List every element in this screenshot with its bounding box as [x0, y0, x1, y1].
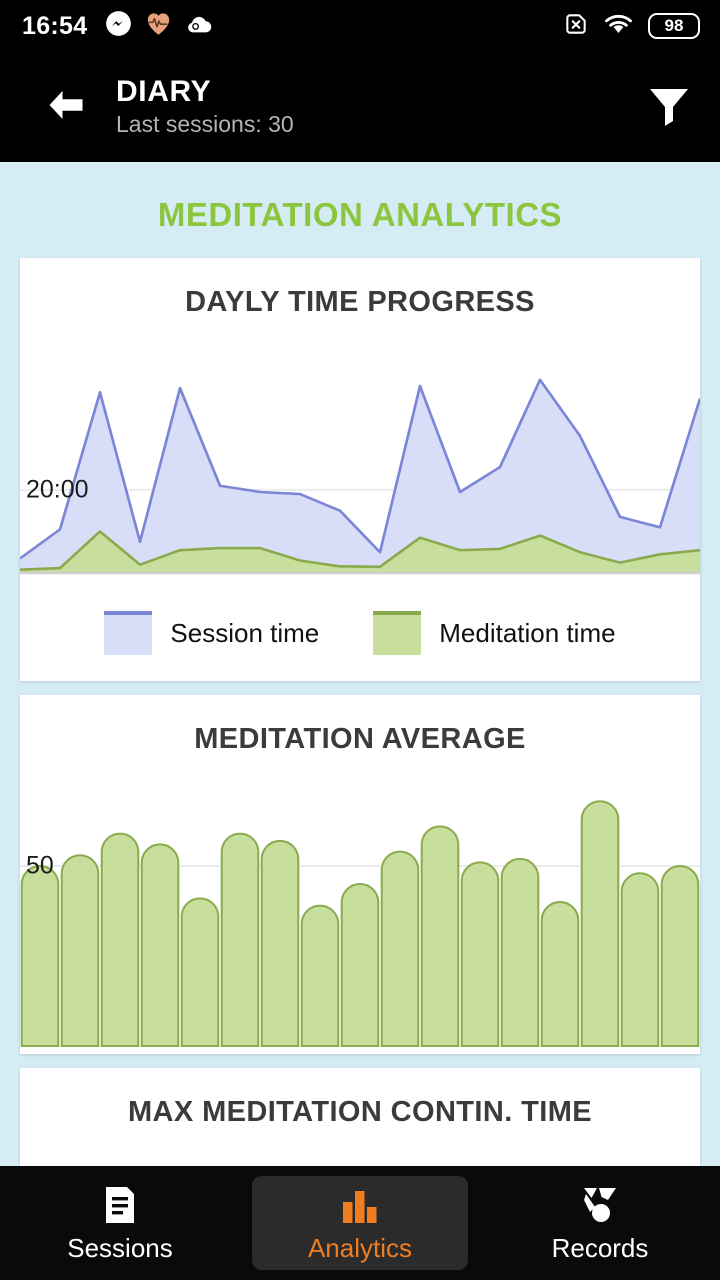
filter-button[interactable]: [640, 78, 698, 136]
wifi-icon: [603, 12, 634, 41]
app-root: 16:54 98 DIARY Last sessions: 30 MEDITAT…: [0, 0, 720, 1280]
legend-swatch-meditation-time: [373, 611, 422, 655]
no-sim-icon: [563, 11, 589, 42]
nav-label-records: Records: [551, 1233, 649, 1263]
legend-swatch-session-time: [104, 611, 153, 655]
legend-label-session-time: Session time: [170, 617, 320, 648]
app-bar-titles: DIARY Last sessions: 30: [116, 75, 294, 139]
heart-health-icon: [145, 11, 172, 41]
cloud-icon: [185, 12, 214, 40]
nav-label-analytics: Analytics: [307, 1233, 413, 1263]
status-bar: 16:54 98: [0, 0, 720, 52]
legend-item-meditation-time: Meditation time: [373, 611, 616, 655]
bar-chart-icon: [340, 1185, 380, 1225]
area-chart-canvas: [20, 378, 700, 575]
section-title: MEDITATION ANALYTICS: [157, 196, 563, 233]
nav-item-sessions[interactable]: Sessions: [12, 1176, 228, 1270]
bar-chart-y-axis-label: 50: [26, 851, 54, 880]
analytics-scroll-area[interactable]: MEDITATION ANALYTICS DAYLY TIME PROGRESS…: [0, 162, 720, 1166]
card-max-meditation-contin-time[interactable]: MAX MEDITATION CONTIN. TIME: [20, 1068, 700, 1166]
nav-label-sessions: Sessions: [67, 1233, 173, 1263]
status-clock: 16:54: [22, 11, 88, 40]
card-dayly-time-progress[interactable]: DAYLY TIME PROGRESS 20:00 Session time M…: [20, 258, 700, 681]
filter-funnel-icon: [645, 83, 693, 132]
nav-item-analytics[interactable]: Analytics: [252, 1176, 468, 1270]
bar-chart-canvas: [20, 800, 700, 1047]
legend-label-meditation-time: Meditation time: [439, 617, 616, 648]
battery-indicator: 98: [648, 13, 700, 39]
card-title-dayly-time-progress: DAYLY TIME PROGRESS: [185, 286, 535, 318]
card-title-max-meditation-contin-time: MAX MEDITATION CONTIN. TIME: [127, 1096, 593, 1128]
area-chart-y-axis-label: 20:00: [26, 475, 89, 504]
nav-item-records[interactable]: Records: [492, 1176, 708, 1270]
battery-level: 98: [664, 16, 684, 35]
status-right-icons: 98: [563, 11, 700, 42]
back-button[interactable]: [38, 79, 94, 135]
medal-award-icon: [580, 1185, 620, 1225]
legend-item-session-time: Session time: [104, 611, 319, 655]
area-chart[interactable]: 20:00: [20, 329, 700, 591]
back-arrow-icon: [44, 86, 88, 129]
area-chart-legend: Session time Meditation time: [20, 591, 700, 681]
document-list-icon: [102, 1185, 138, 1225]
app-bar: DIARY Last sessions: 30: [0, 52, 720, 162]
card-meditation-average[interactable]: MEDITATION AVERAGE 50: [20, 695, 700, 1054]
page-subtitle: Last sessions: 30: [116, 111, 294, 138]
page-title: DIARY: [116, 74, 212, 108]
bottom-navigation: Sessions Analytics Records: [0, 1166, 720, 1280]
bar-chart[interactable]: 50: [20, 766, 700, 1054]
messenger-icon: [105, 10, 132, 42]
status-left-icons: [105, 10, 214, 42]
card-title-meditation-average: MEDITATION AVERAGE: [194, 723, 526, 755]
